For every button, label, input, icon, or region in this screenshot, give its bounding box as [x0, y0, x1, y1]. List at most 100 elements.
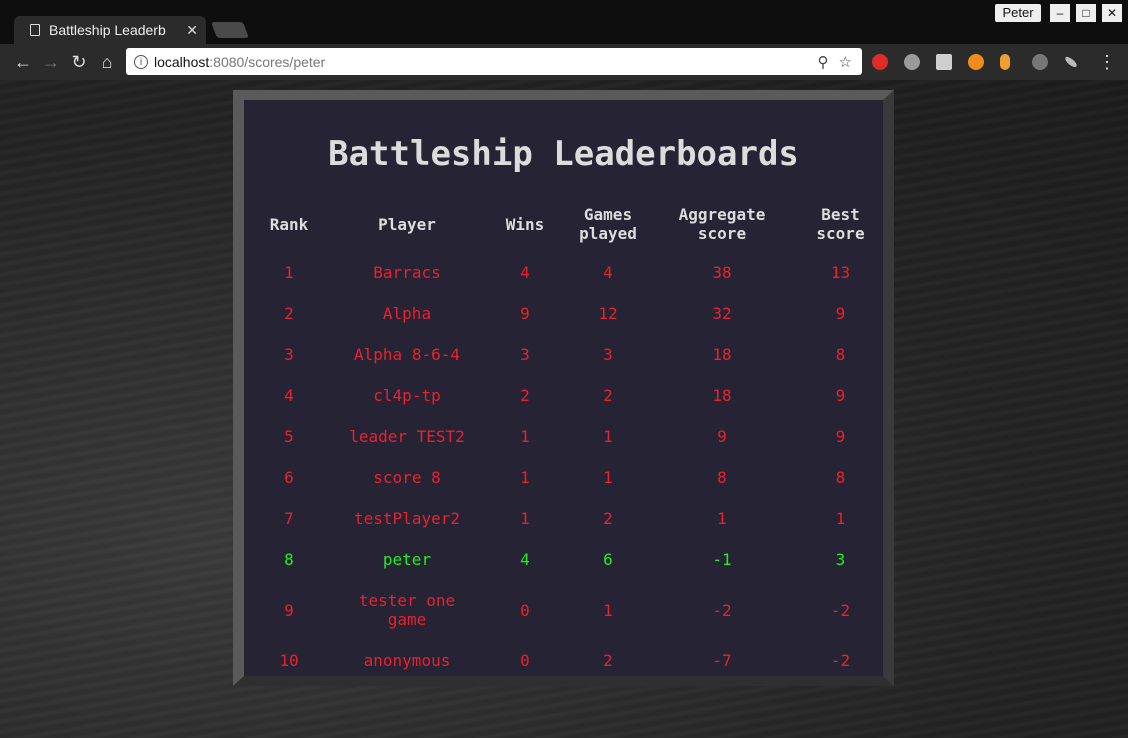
cell-aggregate: 18 [712, 345, 732, 364]
cell-wins: 9 [520, 304, 530, 323]
cell-best: -2 [830, 651, 851, 670]
header-agg-line2: score [697, 224, 747, 243]
extension-flame-icon[interactable] [1000, 54, 1010, 70]
cell-wins: 1 [520, 509, 530, 528]
cell-rank: 8 [284, 550, 294, 569]
reload-icon[interactable]: ↻ [68, 51, 90, 73]
header-aggregate-score: Aggregate score [646, 196, 798, 252]
cell-rank: 5 [284, 427, 294, 446]
cell-wins: 1 [520, 468, 530, 487]
cell-rank: 2 [284, 304, 294, 323]
cell-best: 9 [835, 427, 846, 446]
cell-aggregate: 32 [712, 304, 732, 323]
table-row: 6 score 8 1 1 8 8 [244, 457, 883, 498]
table-row: 3 Alpha 8-6-4 3 3 18 8 [244, 334, 883, 375]
cell-games: 1 [603, 427, 613, 446]
cell-wins: 1 [520, 427, 530, 446]
cell-aggregate: 1 [717, 509, 727, 528]
cell-rank: 3 [284, 345, 294, 364]
close-window-button[interactable]: ✕ [1102, 4, 1122, 22]
cell-aggregate: 8 [717, 468, 727, 487]
header-best-score: Best score [798, 196, 883, 252]
cell-rank: 1 [284, 263, 294, 282]
cell-wins: 4 [520, 263, 530, 282]
new-tab-button[interactable] [211, 22, 249, 38]
zoom-icon[interactable]: ⚲ [818, 53, 829, 71]
header-games-played: Games played [570, 196, 646, 252]
tab-battleship[interactable]: Battleship Leaderb ✕ [14, 16, 206, 44]
cell-wins: 2 [520, 386, 530, 405]
cell-aggregate: -1 [712, 550, 732, 569]
cell-player: Alpha [382, 304, 432, 323]
cell-best: 13 [830, 263, 851, 282]
cell-wins: 0 [520, 651, 530, 670]
cell-player: leader TEST2 [349, 427, 465, 446]
browser-toolbar: ← → ↻ ⌂ i localhost :8080/scores/peter ⚲… [0, 44, 1128, 80]
cell-best: 9 [835, 386, 846, 405]
page-title: Battleship Leaderboards [328, 134, 799, 174]
cell-player: tester one game [334, 580, 480, 640]
cell-rank: 9 [284, 600, 294, 620]
extension-circle-icon[interactable] [1032, 54, 1048, 70]
header-games-line2: played [579, 224, 637, 243]
cell-player: anonymous [363, 651, 451, 670]
cell-best: -2 [830, 600, 851, 620]
forward-icon[interactable]: → [40, 51, 62, 73]
star-icon[interactable]: ☆ [839, 53, 852, 71]
maximize-button[interactable]: □ [1076, 4, 1096, 22]
extension-shield-icon[interactable] [872, 54, 888, 70]
cell-games: 2 [603, 509, 613, 528]
table-row: 2 Alpha 9 12 32 9 [244, 293, 883, 334]
cell-best: 9 [835, 304, 846, 323]
cell-best: 1 [835, 509, 846, 528]
cell-rank: 10 [279, 651, 299, 670]
header-best-line1: Best [821, 205, 860, 224]
cell-player: cl4p-tp [373, 386, 441, 405]
close-icon[interactable]: ✕ [186, 22, 198, 39]
tab-title: Battleship Leaderb [49, 22, 166, 38]
cell-games: 12 [598, 304, 618, 323]
cell-games: 3 [603, 345, 613, 364]
leaderboard-panel: Battleship Leaderboards Rank Player Wins… [244, 100, 883, 676]
cell-wins: 0 [520, 600, 530, 620]
extension-tool-icon[interactable] [1063, 55, 1079, 69]
cell-wins: 4 [520, 550, 530, 569]
cell-games: 1 [603, 468, 613, 487]
cell-player: peter [382, 550, 432, 569]
url-host: localhost [154, 53, 210, 70]
cell-aggregate: 38 [712, 263, 732, 282]
header-best-line2: score [816, 224, 865, 243]
header-agg-line1: Aggregate [678, 205, 766, 224]
cell-wins: 3 [520, 345, 530, 364]
leaderboard-table: Rank Player Wins Games played Aggregate sc… [244, 196, 883, 681]
page-viewport: Battleship Leaderboards Rank Player Wins… [0, 80, 1128, 738]
header-games-line1: Games [583, 205, 633, 224]
cell-best: 8 [835, 468, 846, 487]
table-row: 1 Barracs 4 4 38 13 [244, 252, 883, 293]
back-icon[interactable]: ← [12, 51, 34, 73]
profile-button[interactable]: Peter [995, 4, 1041, 22]
address-bar[interactable]: i localhost :8080/scores/peter ⚲ ☆ [126, 48, 862, 75]
cell-games: 2 [603, 651, 613, 670]
cell-player: testPlayer2 [354, 509, 460, 528]
cell-player: Alpha 8-6-4 [354, 345, 460, 364]
minimize-button[interactable]: – [1050, 4, 1070, 22]
page-icon [30, 24, 40, 36]
cell-player: Barracs [373, 263, 441, 282]
table-row: 10 anonymous 0 2 -7 -2 [244, 640, 883, 681]
header-player: Player [378, 214, 436, 234]
table-row: 5 leader TEST2 1 1 9 9 [244, 416, 883, 457]
info-icon[interactable]: i [134, 54, 148, 69]
extension-v-icon[interactable] [936, 54, 952, 70]
tab-strip: Battleship Leaderb ✕ Peter – □ ✕ [0, 0, 1128, 44]
menu-icon[interactable]: ⋮ [1098, 52, 1116, 73]
cell-player-line1: tester one [358, 591, 456, 610]
cell-best: 8 [835, 345, 846, 364]
home-icon[interactable]: ⌂ [96, 51, 118, 73]
cell-aggregate: 18 [712, 386, 732, 405]
header-rank: Rank [269, 214, 309, 234]
extension-pocket-icon[interactable] [904, 54, 920, 70]
extension-play-icon[interactable] [968, 54, 984, 70]
cell-best: 3 [835, 550, 846, 569]
cell-aggregate: -7 [712, 651, 732, 670]
